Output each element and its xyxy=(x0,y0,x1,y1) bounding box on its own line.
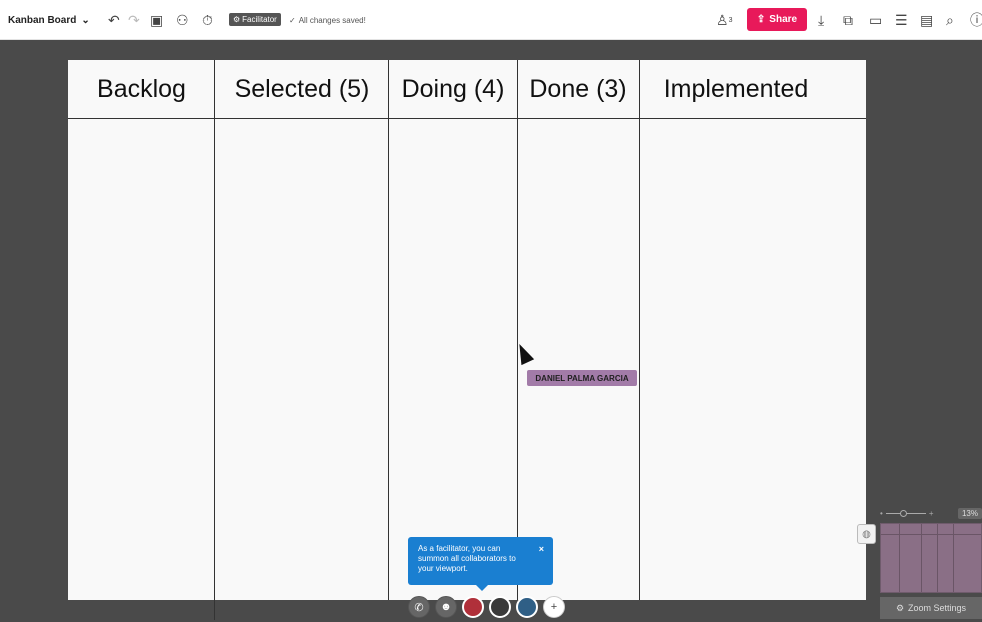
history-button[interactable]: ☰ xyxy=(895,0,908,40)
zoom-percent: 13% xyxy=(957,507,982,519)
top-toolbar: Kanban Board ⌄ ↶ ↷ ▣ ⚇ ⏱ ⚙ Facilitator ✓… xyxy=(0,0,982,40)
download-icon: ⤓ xyxy=(818,12,825,28)
column-divider xyxy=(639,60,640,600)
undo-button[interactable]: ↶ xyxy=(108,0,120,40)
layers-icon: ◍ xyxy=(862,528,871,540)
invite-button[interactable]: + xyxy=(543,596,565,618)
list-icon: ▤ xyxy=(920,12,934,28)
chevron-down-icon: ⌄ xyxy=(81,14,90,26)
share-button[interactable]: ⇪ Share xyxy=(747,8,807,31)
undo-icon: ↶ xyxy=(108,12,120,28)
frame-icon: ▣ xyxy=(150,12,164,28)
user-icon: ♙ xyxy=(716,11,729,28)
phone-icon: ✆ xyxy=(414,601,424,614)
tooltip-text: As a facilitator, you can summon all col… xyxy=(418,544,516,573)
column-divider xyxy=(388,60,389,600)
facilitator-label: Facilitator xyxy=(242,15,277,24)
zoom-out-icon[interactable]: • xyxy=(880,509,883,518)
column-divider xyxy=(517,60,518,600)
minimap-column-line xyxy=(953,524,954,592)
list-view-button[interactable]: ▤ xyxy=(920,0,933,40)
zoom-slider-handle[interactable] xyxy=(899,509,907,517)
plus-icon: + xyxy=(550,601,558,613)
settings-icon: ⚙ xyxy=(233,15,241,24)
zoom-controls: • + 13% xyxy=(880,505,982,521)
call-button[interactable]: ✆ xyxy=(408,596,430,618)
minimap-toggle-button[interactable]: ◍ xyxy=(857,524,876,544)
help-icon: ⓘ xyxy=(970,12,982,28)
smiley-icon: ☻ xyxy=(440,601,452,613)
avatar[interactable] xyxy=(462,596,484,618)
save-status: ✓ All changes saved! xyxy=(289,0,366,40)
collaborators-button[interactable]: ♙ 3 xyxy=(716,0,732,40)
gear-icon: ⚙ xyxy=(895,602,905,613)
minimap-header-line xyxy=(881,534,981,535)
chat-button[interactable]: ▭ xyxy=(869,0,882,40)
zoom-in-icon[interactable]: + xyxy=(929,509,934,518)
save-status-text: All changes saved! xyxy=(298,15,366,25)
timer-button[interactable]: ⏱ xyxy=(202,0,213,40)
search-button[interactable]: ⌕ xyxy=(946,0,954,40)
minimap-column-line xyxy=(937,524,938,592)
comments-icon: ⧉ xyxy=(843,12,853,28)
redo-icon: ↷ xyxy=(128,12,140,28)
zoom-settings-label: Zoom Settings xyxy=(908,603,967,613)
zoom-settings-button[interactable]: ⚙ Zoom Settings xyxy=(880,597,982,619)
minimap-column-line xyxy=(899,524,900,592)
voting-button[interactable]: ⚇ xyxy=(176,0,189,40)
facilitator-badge[interactable]: ⚙ Facilitator xyxy=(229,13,281,26)
column-header-selected[interactable]: Selected (5) xyxy=(215,60,389,118)
redo-button[interactable]: ↷ xyxy=(128,0,140,40)
comments-list-button[interactable]: ⧉ xyxy=(843,0,853,40)
check-circle-icon: ✓ xyxy=(289,15,296,25)
collaboration-bar: ✆ ☻ + xyxy=(408,596,565,620)
minimap[interactable] xyxy=(880,523,982,593)
frame-button[interactable]: ▣ xyxy=(150,0,163,40)
share-label: Share xyxy=(769,14,798,25)
close-icon[interactable]: × xyxy=(539,544,544,554)
avatar[interactable] xyxy=(489,596,511,618)
column-header-doing[interactable]: Doing (4) xyxy=(389,60,517,118)
column-header-implemented[interactable]: Implemented xyxy=(639,60,833,118)
help-button[interactable]: ⓘ xyxy=(970,0,982,40)
facilitator-tooltip: As a facilitator, you can summon all col… xyxy=(408,537,553,591)
chat-icon: ▭ xyxy=(869,12,883,28)
collaborator-cursor-label: DANIEL PALMA GARCIA xyxy=(527,370,637,386)
kanban-board[interactable]: Backlog Selected (5) Doing (4) Done (3) … xyxy=(68,60,866,620)
board-title-menu[interactable]: Kanban Board ⌄ xyxy=(8,0,90,40)
board-title: Kanban Board xyxy=(8,14,77,26)
zoom-slider[interactable] xyxy=(885,509,926,517)
column-header-backlog[interactable]: Backlog xyxy=(68,60,215,118)
avatar[interactable] xyxy=(516,596,538,618)
download-button[interactable]: ⤓ xyxy=(818,0,824,40)
minimap-column-line xyxy=(921,524,922,592)
voting-icon: ⚇ xyxy=(176,12,189,28)
timer-icon: ⏱ xyxy=(202,12,213,28)
search-icon: ⌕ xyxy=(946,12,954,28)
column-header-done[interactable]: Done (3) xyxy=(517,60,639,118)
reactions-button[interactable]: ☻ xyxy=(435,596,457,618)
upload-icon: ⇪ xyxy=(756,14,766,25)
header-divider xyxy=(68,118,866,119)
history-icon: ☰ xyxy=(895,12,908,28)
column-divider xyxy=(214,60,215,620)
collaborator-count: 3 xyxy=(728,16,733,24)
